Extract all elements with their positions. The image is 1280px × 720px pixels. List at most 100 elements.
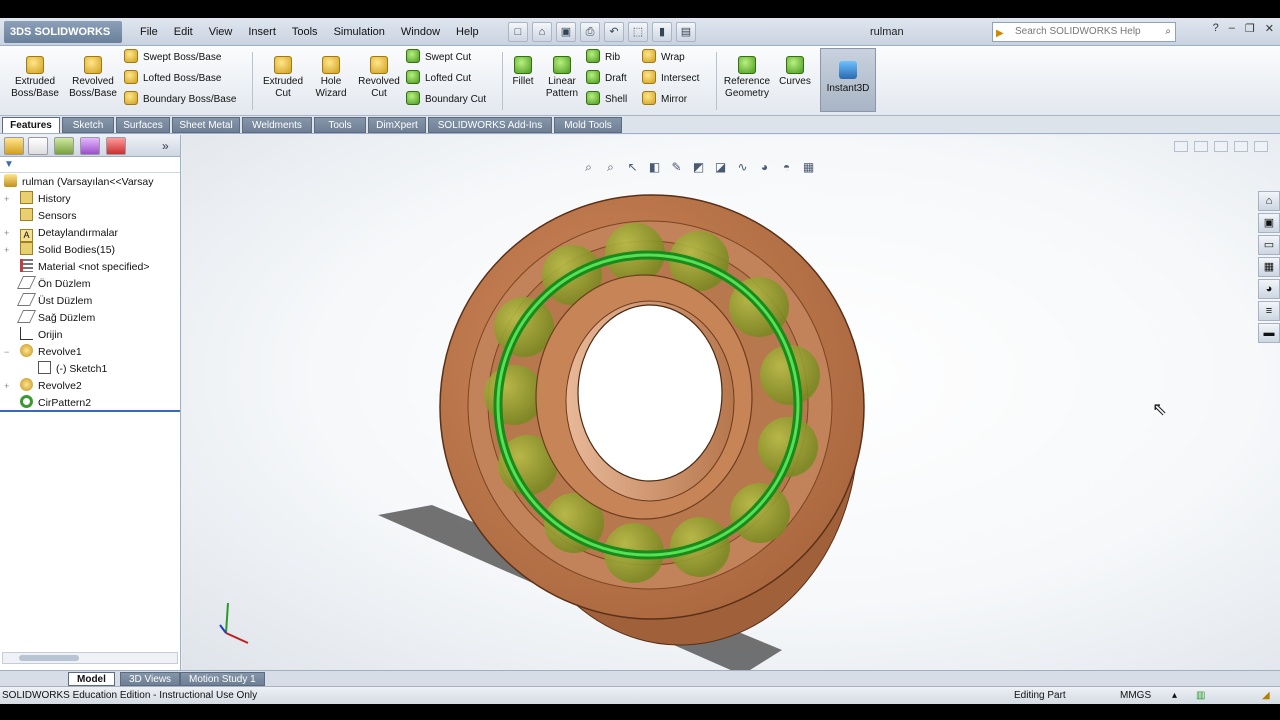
custom-properties-icon[interactable]: ≡ bbox=[1258, 301, 1280, 321]
linear-pattern-button[interactable]: Linear Pattern bbox=[538, 56, 586, 100]
open-folder-icon[interactable]: ⌂ bbox=[532, 22, 552, 42]
collapse-icon[interactable]: − bbox=[4, 344, 9, 361]
configuration-manager-icon[interactable] bbox=[54, 137, 74, 155]
appearances-icon[interactable]: ◕ bbox=[1258, 279, 1280, 299]
property-manager-icon[interactable] bbox=[28, 137, 48, 155]
lofted-cut-button[interactable]: Lofted Cut bbox=[406, 70, 471, 88]
tree-item-material[interactable]: Material <not specified> bbox=[0, 259, 180, 276]
tab-dimxpert[interactable]: DimXpert bbox=[368, 117, 426, 133]
tree-item-revolve2[interactable]: + Revolve2 bbox=[0, 378, 180, 395]
rebuild-icon[interactable]: ▮ bbox=[652, 22, 672, 42]
feature-tree-icon[interactable] bbox=[4, 137, 24, 155]
hole-wizard-button[interactable]: Hole Wizard bbox=[306, 56, 356, 100]
new-document-icon[interactable]: □ bbox=[508, 22, 528, 42]
expand-icon[interactable]: + bbox=[4, 378, 9, 395]
solidworks-logo[interactable]: 3DS SOLIDWORKS bbox=[4, 21, 122, 43]
undo-icon[interactable]: ↶ bbox=[604, 22, 624, 42]
tree-item-sketch1[interactable]: (-) Sketch1 bbox=[0, 361, 180, 378]
units-dropdown-icon[interactable]: ▴ bbox=[1172, 687, 1177, 704]
tab-mold-tools[interactable]: Mold Tools bbox=[554, 117, 622, 133]
swept-cut-button[interactable]: Swept Cut bbox=[406, 49, 471, 67]
expand-icon[interactable]: + bbox=[4, 242, 9, 259]
panel-scrollbar[interactable] bbox=[2, 652, 178, 664]
extruded-cut-button[interactable]: Extruded Cut bbox=[258, 56, 308, 100]
extruded-cut-label: Extruded Cut bbox=[262, 76, 304, 99]
tab-3d-views[interactable]: 3D Views bbox=[120, 672, 181, 686]
menu-tools[interactable]: Tools bbox=[284, 18, 326, 46]
fillet-button[interactable]: Fillet bbox=[504, 56, 542, 88]
lofted-boss-button[interactable]: Lofted Boss/Base bbox=[124, 70, 221, 88]
expand-icon[interactable]: + bbox=[4, 191, 9, 208]
mirror-button[interactable]: Mirror bbox=[642, 91, 687, 109]
dimxpert-manager-icon[interactable] bbox=[80, 137, 100, 155]
tree-item-sensors[interactable]: Sensors bbox=[0, 208, 180, 225]
scrollbar-thumb[interactable] bbox=[19, 655, 79, 661]
tab-features[interactable]: Features bbox=[2, 117, 60, 133]
revolved-boss-button[interactable]: Revolved Boss/Base bbox=[68, 56, 118, 100]
filter-icon[interactable]: ▼ bbox=[0, 157, 180, 173]
revolved-cut-button[interactable]: Revolved Cut bbox=[354, 56, 404, 100]
rib-button[interactable]: Rib bbox=[586, 49, 620, 67]
menu-view[interactable]: View bbox=[201, 18, 241, 46]
menu-simulation[interactable]: Simulation bbox=[326, 18, 393, 46]
intersect-button[interactable]: Intersect bbox=[642, 70, 699, 88]
close-icon[interactable]: ✕ bbox=[1265, 22, 1274, 35]
help-icon[interactable]: ? bbox=[1213, 22, 1219, 35]
draft-button[interactable]: Draft bbox=[586, 70, 627, 88]
select-icon[interactable]: ⬚ bbox=[628, 22, 648, 42]
minimize-icon[interactable]: – bbox=[1229, 22, 1235, 35]
graphics-area[interactable]: ⌕ ⌕ ↖ ◧ ✎ ◩ ◪ ∿ ◕ ◓ ▦ ⌂ ▣ ▭ ▦ ◕ ≡ ▬ ⇖ bbox=[182, 135, 1280, 670]
help-tooltip-icon[interactable]: ◢ bbox=[1262, 687, 1270, 704]
tab-solidworks-addins[interactable]: SOLIDWORKS Add-Ins bbox=[428, 117, 552, 133]
tab-tools[interactable]: Tools bbox=[314, 117, 366, 133]
resources-icon[interactable]: ⌂ bbox=[1258, 191, 1280, 211]
boundary-cut-button[interactable]: Boundary Cut bbox=[406, 91, 486, 109]
save-icon[interactable]: ▣ bbox=[556, 22, 576, 42]
display-manager-icon[interactable] bbox=[106, 137, 126, 155]
units-indicator[interactable]: MMGS bbox=[1120, 687, 1151, 704]
menu-edit[interactable]: Edit bbox=[166, 18, 201, 46]
tab-weldments[interactable]: Weldments bbox=[242, 117, 312, 133]
print-icon[interactable]: ⎙ bbox=[580, 22, 600, 42]
tree-item-solid-bodies[interactable]: + Solid Bodies(15) bbox=[0, 242, 180, 259]
options-icon[interactable]: ▤ bbox=[676, 22, 696, 42]
tab-model[interactable]: Model bbox=[68, 672, 115, 686]
restore-icon[interactable]: ❐ bbox=[1245, 22, 1255, 35]
instant3d-button[interactable]: Instant3D bbox=[820, 48, 876, 112]
wrap-button[interactable]: Wrap bbox=[642, 49, 685, 67]
tree-item-revolve1[interactable]: − Revolve1 bbox=[0, 344, 180, 361]
rib-label: Rib bbox=[605, 52, 621, 63]
file-explorer-icon[interactable]: ▭ bbox=[1258, 235, 1280, 255]
reference-geometry-button[interactable]: Reference Geometry bbox=[720, 56, 774, 100]
extruded-boss-button[interactable]: Extruded Boss/Base bbox=[10, 56, 60, 100]
tab-sketch[interactable]: Sketch bbox=[62, 117, 114, 133]
magnifier-icon[interactable]: ⌕ bbox=[1165, 23, 1171, 41]
tree-item-front-plane[interactable]: Ön Düzlem bbox=[0, 276, 180, 293]
menu-insert[interactable]: Insert bbox=[240, 18, 284, 46]
tree-item-annotations[interactable]: + A Detaylandırmalar bbox=[0, 225, 180, 242]
tree-item-top-plane[interactable]: Üst Düzlem bbox=[0, 293, 180, 310]
menu-file[interactable]: File bbox=[132, 18, 166, 46]
tab-surfaces[interactable]: Surfaces bbox=[116, 117, 170, 133]
tree-item-right-plane[interactable]: Sağ Düzlem bbox=[0, 310, 180, 327]
tab-motion-study[interactable]: Motion Study 1 bbox=[180, 672, 265, 686]
tree-item-history[interactable]: + History bbox=[0, 191, 180, 208]
tree-item-cirpattern2[interactable]: CirPattern2 bbox=[0, 395, 180, 412]
swept-boss-button[interactable]: Swept Boss/Base bbox=[124, 49, 221, 67]
shell-button[interactable]: Shell bbox=[586, 91, 627, 109]
tree-item-origin[interactable]: Orijin bbox=[0, 327, 180, 344]
solidworks-forum-icon[interactable]: ▬ bbox=[1258, 323, 1280, 343]
view-palette-icon[interactable]: ▦ bbox=[1258, 257, 1280, 277]
curves-button[interactable]: Curves bbox=[776, 56, 814, 88]
tab-sheet-metal[interactable]: Sheet Metal bbox=[172, 117, 240, 133]
boundary-boss-button[interactable]: Boundary Boss/Base bbox=[124, 91, 236, 109]
search-input[interactable]: ▶ Search SOLIDWORKS Help ⌕ bbox=[992, 22, 1176, 42]
tree-root[interactable]: rulman (Varsayılan<<Varsay bbox=[0, 174, 180, 191]
menu-help[interactable]: Help bbox=[448, 18, 487, 46]
design-library-icon[interactable]: ▣ bbox=[1258, 213, 1280, 233]
bearing-model[interactable] bbox=[182, 135, 1280, 670]
panel-expand-icon[interactable]: » bbox=[162, 137, 182, 155]
menu-window[interactable]: Window bbox=[393, 18, 448, 46]
expand-icon[interactable]: + bbox=[4, 225, 9, 242]
rebuild-status-icon[interactable]: ▥ bbox=[1196, 687, 1205, 704]
